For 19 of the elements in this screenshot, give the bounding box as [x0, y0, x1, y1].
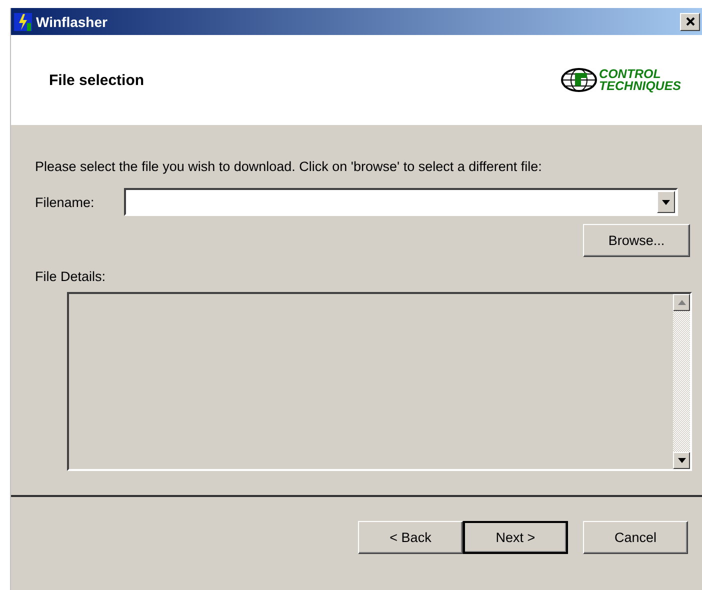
- back-button[interactable]: < Back: [358, 521, 463, 554]
- filename-combobox[interactable]: [124, 188, 678, 216]
- globe-icon: [561, 68, 598, 92]
- scroll-up-icon: [678, 300, 686, 305]
- scrollbar[interactable]: [673, 294, 690, 469]
- scroll-down-icon: [678, 458, 686, 463]
- dropdown-arrow-icon: [662, 200, 670, 204]
- close-button[interactable]: [680, 12, 700, 30]
- browse-button[interactable]: Browse...: [583, 224, 690, 257]
- window-title: Winflasher: [36, 14, 108, 30]
- page-title: File selection: [49, 72, 144, 88]
- next-button[interactable]: Next >: [463, 521, 568, 554]
- instruction-text: Please select the file you wish to download. Click on 'browse' to select a different file:: [35, 159, 543, 174]
- lightning-icon: [14, 12, 32, 30]
- file-details-label: File Details:: [35, 269, 106, 284]
- filename-label: Filename:: [35, 194, 94, 210]
- close-icon: [686, 17, 694, 26]
- logo-text: CONTROL TECHNIQUES: [599, 68, 681, 92]
- cancel-button[interactable]: Cancel: [583, 521, 688, 554]
